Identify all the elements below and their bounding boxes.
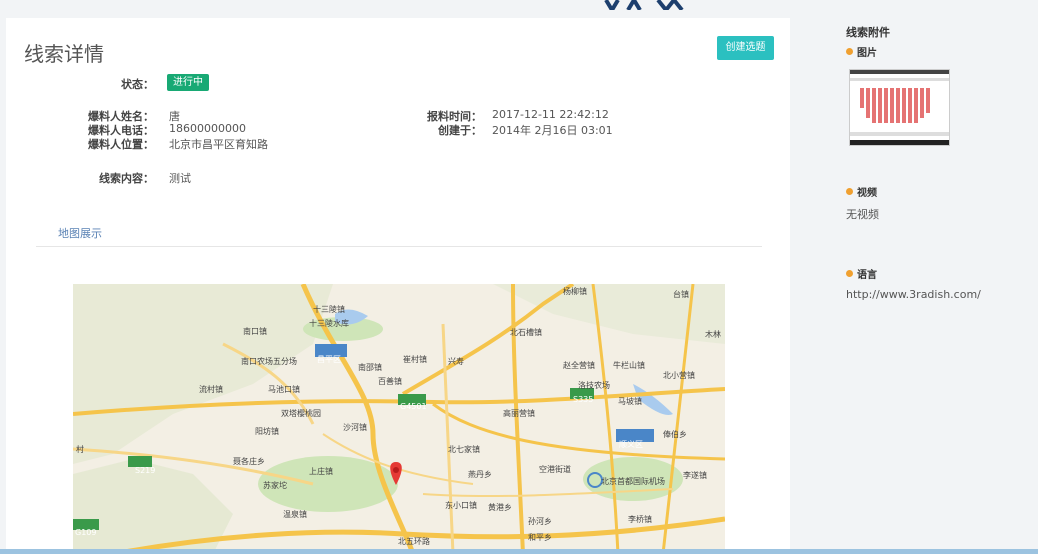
map-place-label: G4501: [400, 402, 427, 411]
map-place-label: 昌平区: [317, 355, 341, 364]
images-section-heading: 图片: [846, 44, 877, 59]
map-place-label: 南口镇: [243, 326, 267, 336]
map-place-label: 北石槽镇: [510, 327, 542, 337]
map-place-label: 沙河镇: [343, 422, 367, 432]
location-label: 爆料人位置：: [88, 138, 154, 151]
thumbnail-preview-icon: [850, 70, 949, 145]
map-place-label: 北小营镇: [663, 370, 695, 380]
bullet-icon: [846, 48, 853, 55]
map-place-label: 崔村镇: [403, 354, 427, 364]
map-place-label: 俸伯乡: [663, 429, 687, 439]
voice-label: 语言: [857, 270, 877, 281]
map-place-label: 温泉镇: [283, 509, 307, 519]
bottom-bar: [0, 549, 1038, 554]
map-place-label: 南邵镇: [358, 362, 382, 372]
map-place-label: 东小口镇: [445, 500, 477, 510]
map-place-label: 十三陵镇: [313, 304, 345, 314]
map-place-label: 洛技农场: [578, 380, 610, 390]
created-value: 2014年 2月16日 03:01: [492, 124, 613, 137]
map-place-label: 台镇: [673, 289, 689, 299]
map-place-label: 燕丹乡: [468, 469, 492, 479]
status-badge: 进行中: [167, 74, 209, 91]
map-place-label: G109: [75, 528, 96, 537]
map-place-label: S335: [573, 395, 593, 404]
map-place-label: 马池口镇: [268, 384, 300, 394]
map-view[interactable]: 十三陵镇十三陵水库南口镇南口农场五分场 昌平区南邵镇 崔村镇 兴寿百善镇流村镇 马池口镇…: [73, 284, 725, 554]
map-place-label: 苏家坨: [263, 480, 287, 490]
tab-map-display[interactable]: 地图展示: [58, 225, 102, 241]
map-place-label: S219: [135, 466, 155, 475]
map-place-label: 牛栏山镇: [613, 360, 645, 370]
content-value: 测试: [169, 172, 191, 185]
map-place-label: 十三陵水库: [309, 318, 349, 328]
map-place-label: 南口农场五分场: [241, 356, 297, 366]
status-label: 状态：: [121, 78, 154, 91]
phone-value: 18600000000: [169, 122, 246, 135]
map-place-label: 兴寿: [448, 356, 464, 366]
report-time-value: 2017-12-11 22:42:12: [492, 108, 609, 121]
map-place-label: 北七家镇: [448, 444, 480, 454]
map-place-label: 高丽营镇: [503, 408, 535, 418]
image-thumbnail[interactable]: [849, 69, 950, 146]
map-place-label: 木林: [705, 329, 721, 339]
content-label: 线索内容：: [99, 172, 154, 185]
video-section-heading: 视频: [846, 184, 877, 199]
map-place-label: 上庄镇: [309, 466, 333, 476]
clue-detail-panel: 线索详情 创建选题 状态： 进行中 爆料人姓名： 唐 爆料人电话： 186000…: [6, 18, 790, 554]
create-topic-button[interactable]: 创建选题: [717, 36, 774, 60]
map-place-label: 百善镇: [378, 376, 402, 386]
map-place-label: 赵全营镇: [563, 360, 595, 370]
map-place-label: 马坡镇: [618, 396, 642, 406]
page-title: 线索详情: [24, 42, 104, 66]
map-place-label: 李遂镇: [683, 470, 707, 480]
map-place-label: 孙河乡: [528, 516, 552, 526]
brand-logo-icon: [604, 0, 684, 10]
map-place-label: 黄港乡: [488, 502, 512, 512]
map-place-label: 空港街道: [539, 464, 571, 474]
map-place-label: 李桥镇: [628, 514, 652, 524]
map-place-label: 北五环路: [398, 536, 430, 546]
attachments-sidebar: 线索附件 图片 视频 无视频 语言 http://www.3radish.com…: [790, 18, 1038, 554]
attachments-title: 线索附件: [846, 26, 890, 39]
bullet-icon: [846, 270, 853, 277]
map-place-label: 双塔樱桃园: [281, 408, 321, 418]
location-value: 北京市昌平区育知路: [169, 138, 268, 151]
created-label: 创建于：: [438, 124, 482, 137]
voice-link[interactable]: http://www.3radish.com/: [846, 288, 981, 301]
map-canvas[interactable]: 十三陵镇十三陵水库南口镇南口农场五分场 昌平区南邵镇 崔村镇 兴寿百善镇流村镇 马池口镇…: [73, 284, 725, 554]
map-place-label: 聂各庄乡: [233, 456, 265, 466]
top-bar: [0, 0, 1038, 18]
video-label: 视频: [857, 188, 877, 199]
voice-section-heading: 语言: [846, 266, 877, 281]
map-place-label: 阳坊镇: [255, 426, 279, 436]
section-divider: [36, 246, 762, 247]
map-place-label: 杨柳镇: [563, 286, 587, 296]
map-place-label: 和平乡: [528, 533, 552, 542]
video-value: 无视频: [846, 208, 879, 221]
map-place-label: 流村镇: [199, 384, 223, 394]
bullet-icon: [846, 188, 853, 195]
map-place-label: 顺义区: [619, 440, 643, 449]
images-label: 图片: [857, 48, 877, 59]
map-place-label: 村: [76, 444, 84, 454]
map-place-label: 北京首都国际机场: [601, 476, 665, 486]
